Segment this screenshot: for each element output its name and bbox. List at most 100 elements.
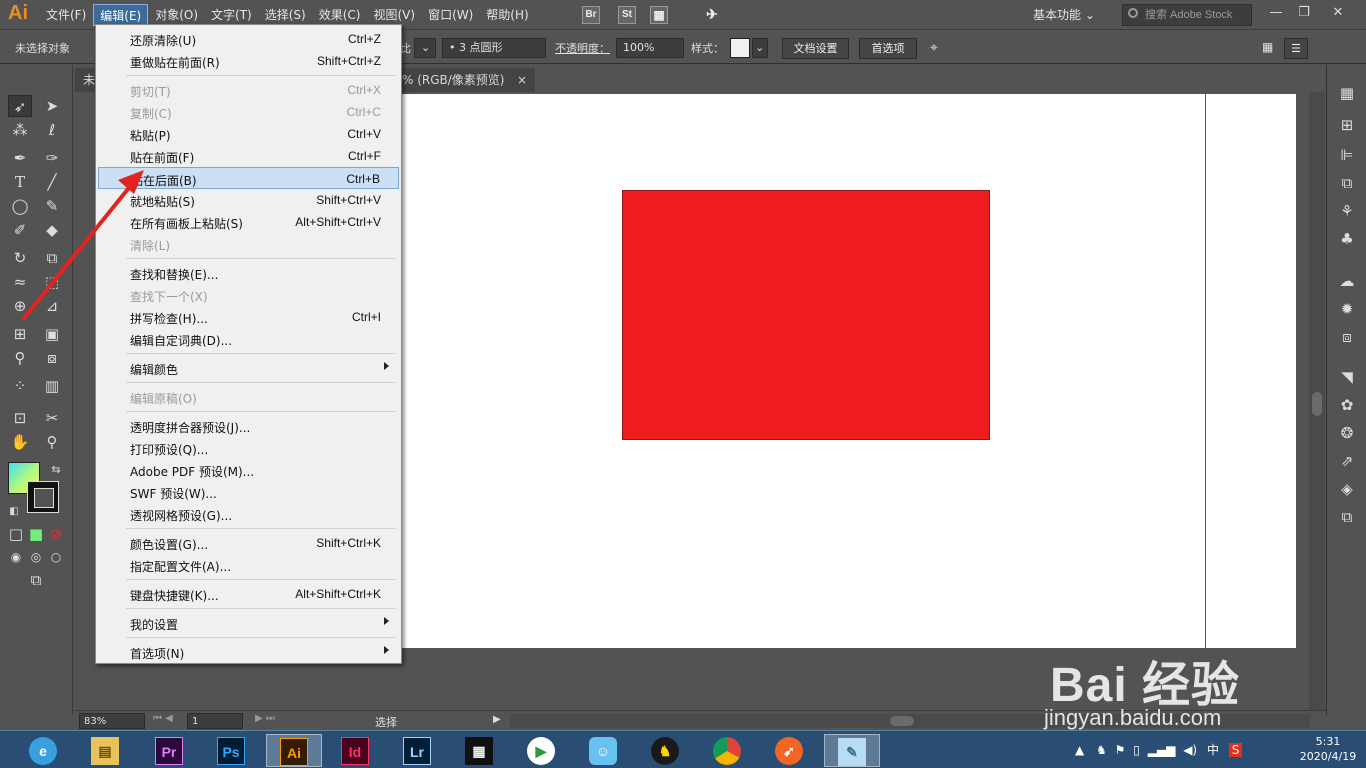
style-dropdown[interactable]: ⌄ [752,38,768,58]
taskbar-firefox[interactable]: ➹ [762,734,818,767]
eraser-icon[interactable]: ◆ [40,219,64,241]
rotate-tool-icon[interactable]: ↻ [8,247,32,269]
menu-item-my-settings[interactable]: 我的设置 [98,612,399,634]
menu-item-paste-in-front[interactable]: 贴在前面(F) Ctrl+F [98,145,399,167]
menu-effect[interactable]: 效果(C) [313,4,367,26]
bridge-icon[interactable]: Br [582,6,600,24]
shaper-tool-icon[interactable]: ✐ [8,219,32,241]
vertical-scrollbar[interactable] [1309,92,1325,710]
menu-item-paste[interactable]: 粘贴(P) Ctrl+V [98,123,399,145]
taskbar-illustrator[interactable]: Ai [266,734,322,767]
menu-item-spell-check[interactable]: 拼写检查(H)... Ctrl+I [98,306,399,328]
color-guide-icon[interactable]: ✿ [1337,395,1357,415]
brushes-panel-icon[interactable]: ❂ [1337,423,1357,443]
brush-dropdown[interactable]: • 3 点圆形 [442,38,546,58]
menu-item-paste-in-back[interactable]: 贴在后面(B) Ctrl+B [98,167,399,189]
menu-item-paste-all-artboards[interactable]: 在所有画板上粘贴(S) Alt+Shift+Ctrl+V [98,211,399,233]
export-icon[interactable]: ⇗ [1337,451,1357,471]
taskbar-qq[interactable]: ♞ [638,734,694,767]
asset-export-icon[interactable]: ⚘ [1337,201,1357,221]
hand-tool-icon[interactable]: ✋ [8,431,32,453]
magic-wand-icon[interactable]: ⁂ [8,119,32,141]
gpu-performance-icon[interactable]: ✈ [703,6,721,24]
panel-grid-icon[interactable]: ▦ [1262,40,1273,54]
menu-item-edit-dictionary[interactable]: 编辑自定词典(D)... [98,328,399,350]
menu-item-paste-in-place[interactable]: 就地粘贴(S) Shift+Ctrl+V [98,189,399,211]
type-tool-icon[interactable]: T [8,171,32,193]
system-clock[interactable]: 5:31 2020/4/19 [1296,734,1360,764]
taskbar-explorer[interactable]: ▤ [78,734,134,767]
libraries-icon[interactable]: ▦ [1337,83,1357,103]
opacity-label[interactable]: 不透明度： [555,40,610,56]
swap-colors-icon[interactable]: ⇆ [44,459,68,481]
menu-item-pdf-presets[interactable]: Adobe PDF 预设(M)... [98,459,399,481]
shape-builder-icon[interactable]: ⊕ [8,295,32,317]
gradient-panel-icon[interactable]: ◥ [1337,367,1357,387]
ime-indicator[interactable]: 中 [1207,743,1219,757]
draw-inside-icon[interactable]: ○ [44,546,68,568]
ellipse-tool-icon[interactable]: ◯ [8,195,32,217]
layers-icon[interactable]: ◈ [1337,479,1357,499]
artboard-tool-icon[interactable]: ⊡ [8,407,32,429]
menu-item-assign-profile[interactable]: 指定配置文件(A)... [98,554,399,576]
symbols-icon[interactable]: ♣ [1337,229,1357,249]
line-tool-icon[interactable]: ╱ [40,171,64,193]
curvature-tool-icon[interactable]: ✑ [40,147,64,169]
free-transform-icon[interactable]: ⬚ [40,271,64,293]
taskbar-browser[interactable]: e [16,734,72,767]
vertical-scroll-thumb[interactable] [1312,392,1322,416]
direct-selection-tool-icon[interactable]: ➤ [40,95,64,117]
tray-expand-icon[interactable]: ▲ [1075,743,1084,757]
minimize-button[interactable]: — [1262,3,1290,23]
slice-tool-icon[interactable]: ✂ [40,407,64,429]
pen-tool-icon[interactable]: ✒ [8,147,32,169]
menu-item-preferences[interactable]: 首选项(N) [98,641,399,663]
menu-file[interactable]: 文件(F) [40,4,92,26]
taskbar-indesign[interactable]: Id [328,734,384,767]
pathfinder-icon[interactable]: ⧉ [1337,173,1357,193]
column-graph-icon[interactable]: ▥ [40,375,64,397]
align-panel-icon[interactable]: ⊫ [1337,145,1357,165]
menu-help[interactable]: 帮助(H) [480,4,534,26]
menu-item-swf-presets[interactable]: SWF 预设(W)... [98,481,399,503]
panel-menu-icon[interactable]: ☰ [1284,38,1308,59]
zoom-dropdown[interactable]: 83% [79,713,145,729]
next-artboard-icon[interactable]: ▶ ⏭ [255,713,275,724]
document-setup-button[interactable]: 文档设置 [782,38,849,59]
artboard-number-dropdown[interactable]: 1 [187,713,243,729]
gradient-tool-icon[interactable]: ▣ [40,323,64,345]
tray-qq-icon[interactable]: ♞ [1096,743,1107,757]
menu-item-perspective-presets[interactable]: 透视网格预设(G)... [98,503,399,525]
taskbar-video[interactable]: ▦ [452,734,508,767]
mesh-tool-icon[interactable]: ⊞ [8,323,32,345]
menu-edit[interactable]: 编辑(E) [93,4,149,26]
menu-item-edit-colors[interactable]: 编辑颜色 [98,357,399,379]
close-button[interactable]: ✕ [1324,3,1352,23]
tray-power-icon[interactable]: ▯ [1133,743,1140,757]
close-tab-icon[interactable]: × [517,68,527,92]
taskbar-chat[interactable]: ☺ [576,734,632,767]
blend-tool-icon[interactable]: ⧇ [40,347,64,369]
red-rectangle[interactable] [622,190,990,440]
symbol-sprayer-icon[interactable]: ⁘ [8,375,32,397]
taskbar-premiere[interactable]: Pr [142,734,198,767]
menu-type[interactable]: 文字(T) [205,4,258,26]
style-swatch[interactable] [730,38,750,58]
menu-item-flattener-presets[interactable]: 透明度拼合器预设(J)... [98,415,399,437]
taskbar-lightroom[interactable]: Lr [390,734,446,767]
status-menu-arrow-icon[interactable]: ▶ [493,714,501,725]
preferences-button[interactable]: 首选项 [859,38,917,59]
perspective-grid-icon[interactable]: ⊿ [40,295,64,317]
none-mode-icon[interactable]: ⊘ [44,523,68,545]
taskbar-chrome[interactable] [700,734,756,767]
tray-volume-icon[interactable]: ◀) [1183,743,1197,757]
align-icon[interactable]: ⌖ [930,40,938,56]
zoom-tool-icon[interactable]: ⚲ [40,431,64,453]
menu-item-redo[interactable]: 重做贴在前面(R) Shift+Ctrl+Z [98,50,399,72]
menu-window[interactable]: 窗口(W) [422,4,479,26]
menu-item-find-replace[interactable]: 查找和替换(E)... [98,262,399,284]
taskbar-photoshop[interactable]: Ps [204,734,260,767]
stroke-profile-dropdown[interactable]: ⌄ [414,38,436,58]
stroke-color-swatch[interactable] [27,481,59,513]
screen-mode-icon[interactable]: ⧉ [24,569,48,591]
